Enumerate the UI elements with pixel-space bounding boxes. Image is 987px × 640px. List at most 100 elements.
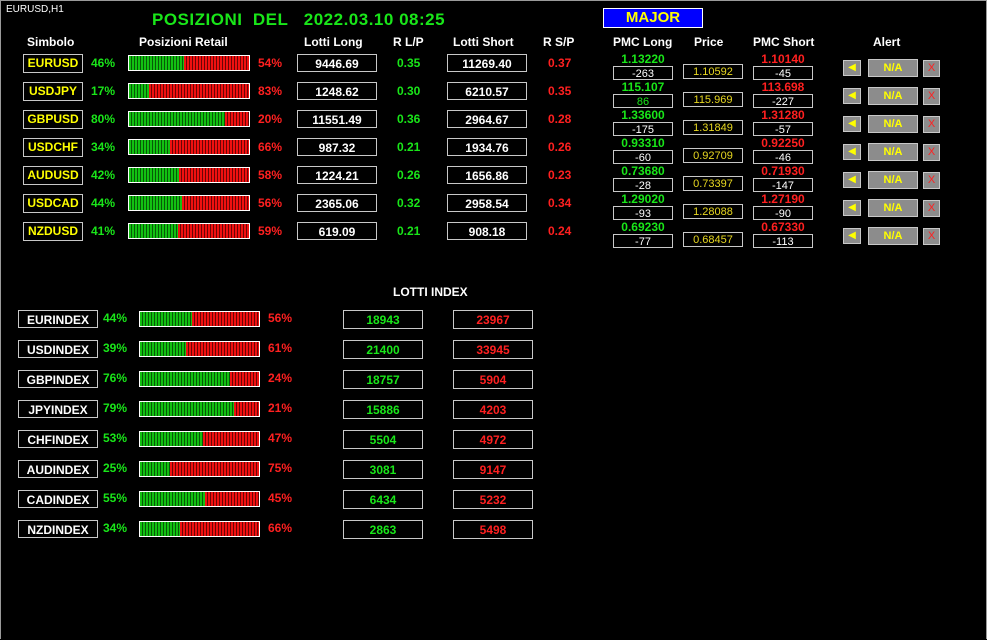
lotti-short-value: 11269.40	[447, 54, 527, 72]
lotti-long-value: 619.09	[297, 222, 377, 240]
index-short-bar-fill	[192, 312, 259, 326]
symbol-button[interactable]: USDCHF	[23, 138, 83, 157]
header-price: Price	[694, 35, 724, 49]
index-short-bar-fill	[205, 492, 259, 506]
pmc-long-value: 1.13220	[621, 52, 665, 66]
alert-bell-icon[interactable]: ◀	[843, 116, 861, 132]
short-percent: 83%	[258, 84, 283, 98]
short-bar-fill	[181, 196, 249, 210]
index-position-bar	[139, 491, 260, 507]
page-title: POSIZIONI DEL 2022.03.10 08:25	[152, 10, 446, 29]
price-value: 1.28088	[683, 204, 743, 219]
index-short-percent: 61%	[268, 341, 293, 355]
header-simbolo: Simbolo	[27, 35, 75, 49]
alert-bell-icon[interactable]: ◀	[843, 200, 861, 216]
pmc-short-diff: -46	[753, 150, 813, 164]
index-button[interactable]: EURINDEX	[18, 310, 98, 328]
ratio-short: 0.34	[548, 196, 572, 210]
pmc-long-value: 0.93310	[621, 136, 665, 150]
long-bar-fill	[129, 84, 150, 98]
pmc-long-value: 1.33600	[621, 108, 665, 122]
symbol-button[interactable]: GBPUSD	[23, 110, 83, 129]
index-short-bar-fill	[203, 432, 259, 446]
lotti-long-value: 11551.49	[297, 110, 377, 128]
symbol-button[interactable]: USDCAD	[23, 194, 83, 213]
long-percent: 46%	[91, 56, 116, 70]
pmc-short-value: 113.698	[761, 80, 805, 94]
pmc-long-diff: 86	[613, 94, 673, 108]
price-value: 0.73397	[683, 176, 743, 191]
index-short-lots: 4972	[453, 430, 533, 449]
alert-remove-button[interactable]: X	[923, 60, 940, 77]
index-button[interactable]: CADINDEX	[18, 490, 98, 508]
index-long-bar-fill	[140, 492, 206, 506]
index-long-bar-fill	[140, 462, 170, 476]
pmc-short-diff: -90	[753, 206, 813, 220]
index-position-bar	[139, 461, 260, 477]
long-bar-fill	[129, 140, 170, 154]
index-short-lots: 23967	[453, 310, 533, 329]
alert-bell-icon[interactable]: ◀	[843, 172, 861, 188]
alert-remove-button[interactable]: X	[923, 200, 940, 217]
long-percent: 42%	[91, 168, 116, 182]
index-short-lots: 5498	[453, 520, 533, 539]
alert-value-button[interactable]: N/A	[868, 87, 918, 105]
index-long-bar-fill	[140, 432, 204, 446]
alert-bell-icon[interactable]: ◀	[843, 144, 861, 160]
alert-remove-button[interactable]: X	[923, 172, 940, 189]
pmc-short-diff: -113	[753, 234, 813, 248]
index-short-lots: 4203	[453, 400, 533, 419]
short-percent: 58%	[258, 168, 283, 182]
short-percent: 20%	[258, 112, 283, 126]
index-button[interactable]: AUDINDEX	[18, 460, 98, 478]
index-button[interactable]: GBPINDEX	[18, 370, 98, 388]
index-button[interactable]: JPYINDEX	[18, 400, 98, 418]
ratio-short: 0.28	[548, 112, 572, 126]
pmc-short-value: 0.92250	[761, 136, 805, 150]
alert-value-button[interactable]: N/A	[868, 227, 918, 245]
lotti-index-title: LOTTI INDEX	[393, 285, 468, 299]
index-button[interactable]: CHFINDEX	[18, 430, 98, 448]
symbol-button[interactable]: AUDUSD	[23, 166, 83, 185]
alert-remove-button[interactable]: X	[923, 88, 940, 105]
alert-remove-button[interactable]: X	[923, 116, 940, 133]
alert-value-button[interactable]: N/A	[868, 59, 918, 77]
index-short-percent: 45%	[268, 491, 293, 505]
alert-remove-button[interactable]: X	[923, 228, 940, 245]
index-short-lots: 33945	[453, 340, 533, 359]
major-button[interactable]: MAJOR	[603, 8, 703, 28]
alert-value-button[interactable]: N/A	[868, 115, 918, 133]
ratio-long: 0.32	[397, 196, 421, 210]
alert-value-button[interactable]: N/A	[868, 171, 918, 189]
short-percent: 59%	[258, 224, 283, 238]
retail-position-bar	[128, 111, 250, 127]
index-button[interactable]: NZDINDEX	[18, 520, 98, 538]
lotti-long-value: 987.32	[297, 138, 377, 156]
index-short-percent: 75%	[268, 461, 293, 475]
index-position-bar	[139, 341, 260, 357]
index-short-percent: 66%	[268, 521, 293, 535]
lotti-short-value: 6210.57	[447, 82, 527, 100]
retail-position-bar	[128, 195, 250, 211]
alert-bell-icon[interactable]: ◀	[843, 88, 861, 104]
symbol-button[interactable]: NZDUSD	[23, 222, 83, 241]
header-lotti-short: Lotti Short	[453, 35, 514, 49]
alert-value-button[interactable]: N/A	[868, 199, 918, 217]
header-r-lp: R L/P	[393, 35, 424, 49]
alert-value-button[interactable]: N/A	[868, 143, 918, 161]
price-value: 115.969	[683, 92, 743, 107]
index-long-lots: 18943	[343, 310, 423, 329]
ratio-long: 0.36	[397, 112, 421, 126]
index-button[interactable]: USDINDEX	[18, 340, 98, 358]
symbol-button[interactable]: USDJPY	[23, 82, 83, 101]
index-long-percent: 55%	[103, 491, 128, 505]
ratio-short: 0.24	[548, 224, 572, 238]
price-value: 0.92709	[683, 148, 743, 163]
symbol-button[interactable]: EURUSD	[23, 54, 83, 73]
lotti-short-value: 1934.76	[447, 138, 527, 156]
header-alert: Alert	[873, 35, 901, 49]
alert-bell-icon[interactable]: ◀	[843, 228, 861, 244]
alert-bell-icon[interactable]: ◀	[843, 60, 861, 76]
alert-remove-button[interactable]: X	[923, 144, 940, 161]
index-short-lots: 9147	[453, 460, 533, 479]
